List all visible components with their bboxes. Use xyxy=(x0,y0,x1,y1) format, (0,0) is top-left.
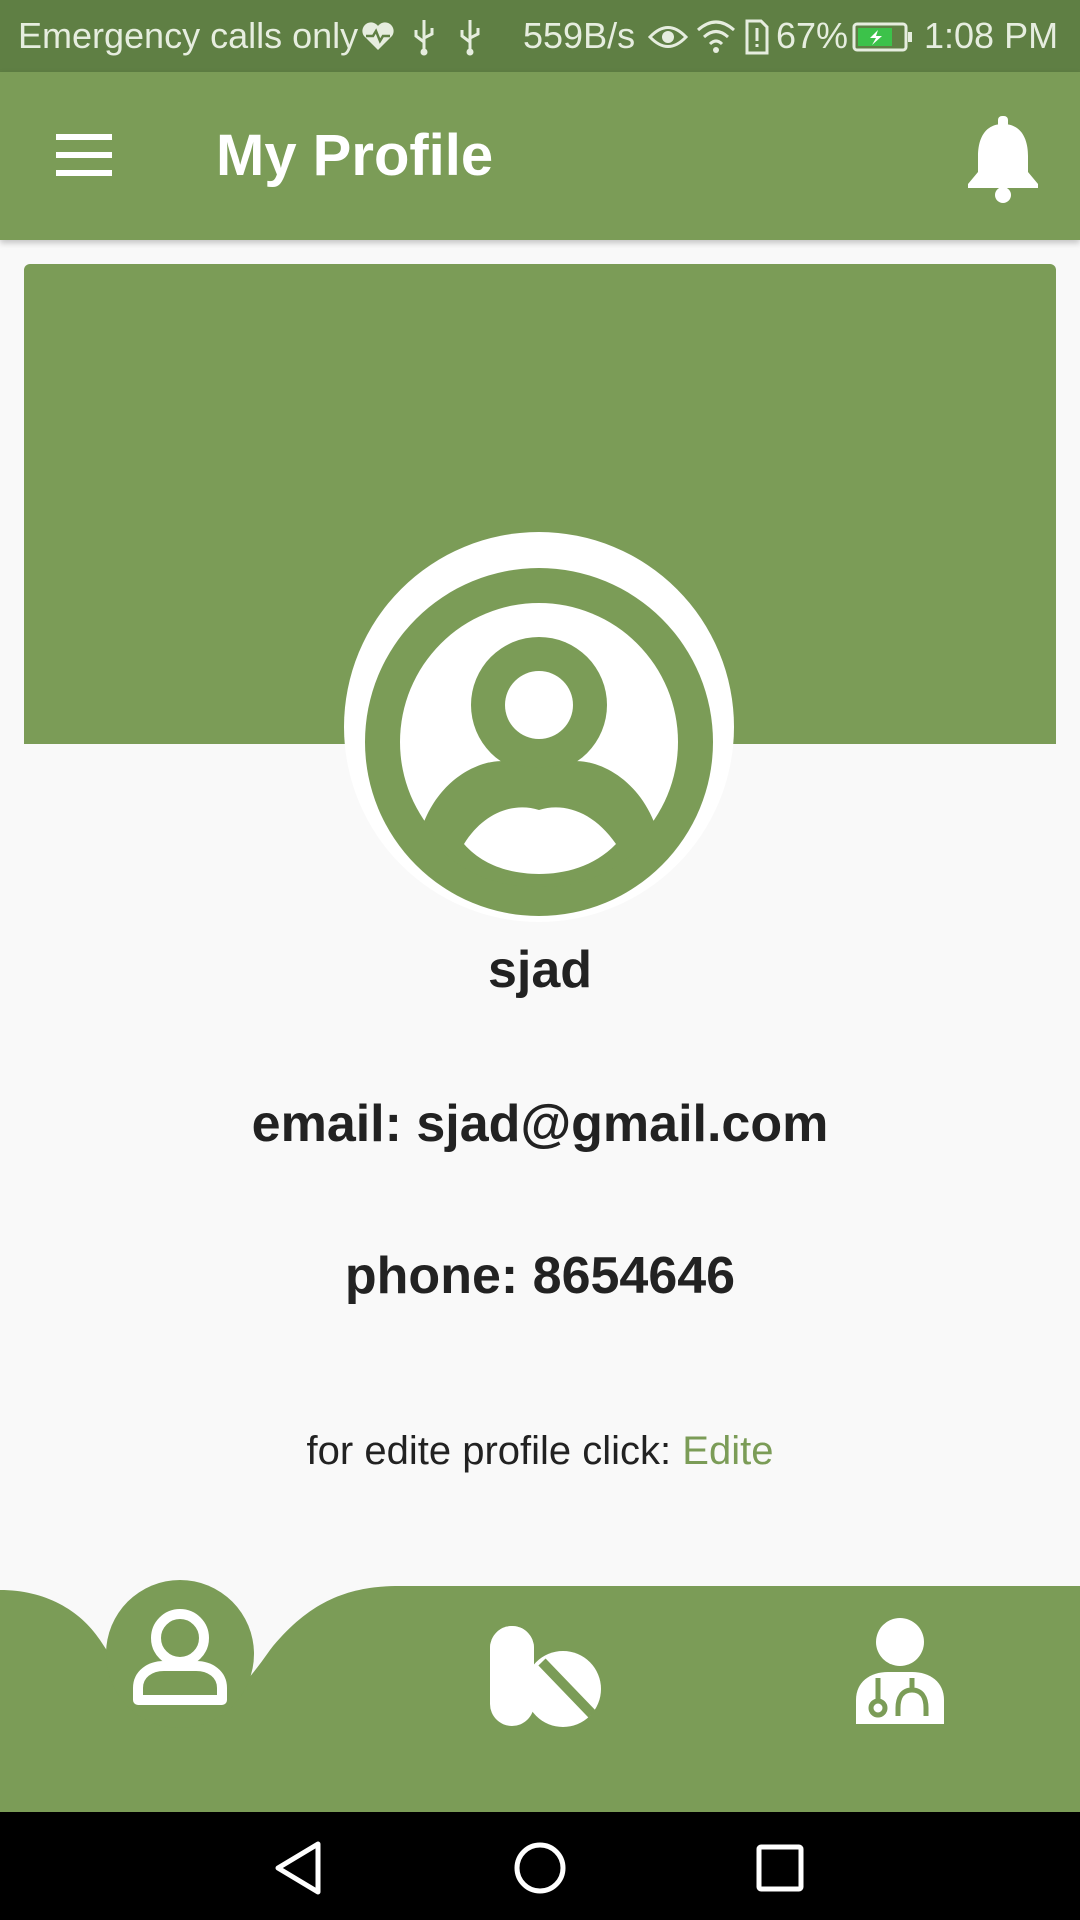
heart-rate-icon xyxy=(362,22,394,50)
phone-text: phone: 8654646 xyxy=(344,1247,736,1305)
app-bar: My Profile xyxy=(0,72,1080,240)
page-title: My Profile xyxy=(216,123,494,188)
usb-icon xyxy=(460,20,480,56)
network-speed-text: 559B/s xyxy=(523,15,636,56)
battery-percent-text: 67% xyxy=(776,15,849,56)
status-bar: Emergency calls only 559B/s 67% 1:08 PM xyxy=(0,0,1080,72)
edit-profile-link[interactable]: Edite xyxy=(682,1429,773,1473)
nav-profile-button[interactable] xyxy=(106,1580,254,1728)
clock-text: 1:08 PM xyxy=(924,15,1059,56)
nav-doctor-button[interactable] xyxy=(850,1616,950,1728)
home-icon[interactable] xyxy=(510,1840,570,1896)
bottom-navigation-bar xyxy=(0,1580,1080,1812)
edit-profile-prompt: for edite profile click: xyxy=(306,1429,672,1473)
pills-icon xyxy=(490,1626,601,1727)
bell-icon[interactable] xyxy=(960,112,1046,204)
battery-charging-icon xyxy=(852,22,912,52)
user-name: sjad xyxy=(487,941,593,999)
sim-alert-icon xyxy=(745,19,769,55)
carrier-text: Emergency calls only xyxy=(18,15,359,56)
nav-medications-button[interactable] xyxy=(480,1622,610,1732)
usb-icon xyxy=(414,20,434,56)
email-text: email: sjad@gmail.com xyxy=(251,1095,829,1153)
eye-icon xyxy=(648,26,688,48)
system-navigation-bar xyxy=(0,1812,1080,1920)
doctor-icon xyxy=(856,1618,944,1724)
user-icon xyxy=(106,1580,254,1728)
avatar-user-icon xyxy=(365,568,713,916)
edit-profile-row: for edite profile click: Edite xyxy=(0,1425,1080,1477)
back-icon[interactable] xyxy=(270,1840,330,1896)
recents-icon[interactable] xyxy=(750,1840,810,1896)
hamburger-menu-icon[interactable] xyxy=(44,124,124,188)
wifi-icon xyxy=(697,20,735,53)
